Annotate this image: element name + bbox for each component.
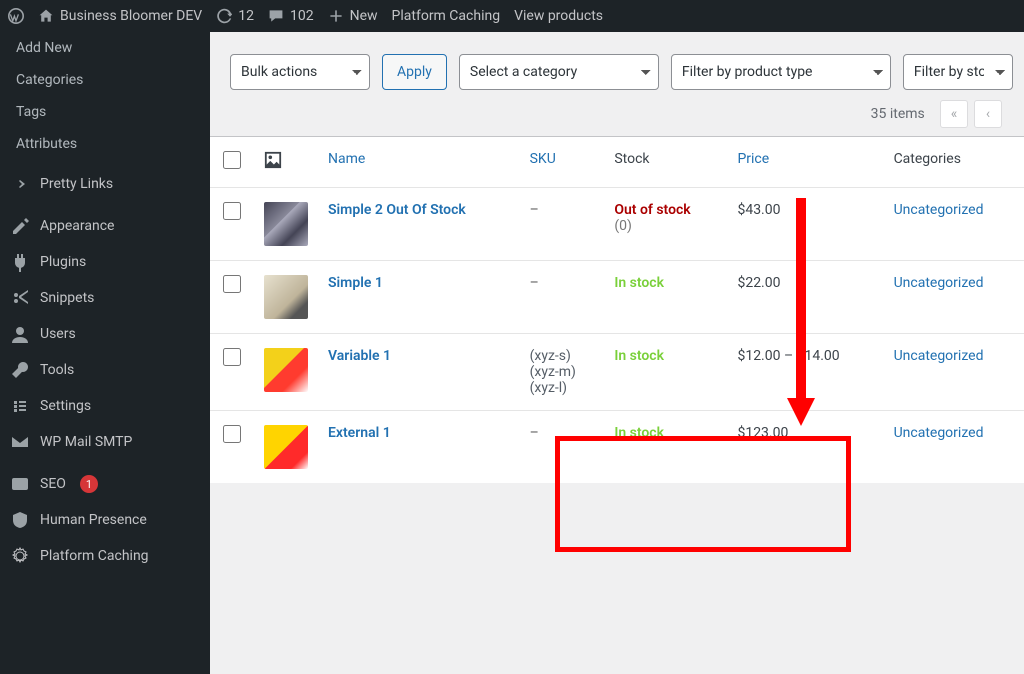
shield-icon bbox=[10, 510, 30, 530]
sidebar-item-seo[interactable]: SEO1 bbox=[0, 466, 210, 502]
filter-bar: Bulk actions Apply Select a category Fil… bbox=[210, 32, 1024, 100]
image-column-icon bbox=[264, 157, 282, 173]
product-name-link[interactable]: External 1 bbox=[328, 425, 391, 441]
refresh-icon bbox=[216, 8, 232, 24]
row-checkbox[interactable] bbox=[223, 202, 241, 220]
table-row: Variable 1 (xyz-s)(xyz-m)(xyz-l) In stoc… bbox=[210, 334, 1024, 411]
sidebar-item-platform-caching[interactable]: Platform Caching bbox=[0, 538, 210, 574]
comments[interactable]: 102 bbox=[268, 8, 314, 24]
category-link[interactable]: Uncategorized bbox=[894, 348, 984, 364]
mail-icon bbox=[10, 432, 30, 452]
stock-status: Out of stock(0) bbox=[614, 202, 717, 234]
appearance-icon bbox=[10, 216, 30, 236]
sidebar-sub-categories[interactable]: Categories bbox=[0, 64, 210, 96]
comment-icon bbox=[268, 8, 284, 24]
plus-icon bbox=[328, 8, 344, 24]
stock-status: In stock bbox=[614, 275, 664, 291]
sidebar-item-users[interactable]: Users bbox=[0, 316, 210, 352]
site-name[interactable]: Business Bloomer DEV bbox=[38, 8, 202, 24]
product-thumbnail[interactable] bbox=[264, 275, 308, 319]
wp-logo[interactable] bbox=[8, 8, 24, 24]
plugins-icon bbox=[10, 252, 30, 272]
product-thumbnail[interactable] bbox=[264, 425, 308, 469]
sidebar-sub-tags[interactable]: Tags bbox=[0, 96, 210, 128]
stock-status: In stock bbox=[614, 348, 664, 364]
category-link[interactable]: Uncategorized bbox=[894, 275, 984, 291]
category-link[interactable]: Uncategorized bbox=[894, 425, 984, 441]
row-checkbox[interactable] bbox=[223, 425, 241, 443]
stock-filter-select[interactable]: Filter by sto bbox=[903, 54, 1013, 90]
stock-status: In stock bbox=[614, 425, 664, 441]
product-thumbnail[interactable] bbox=[264, 202, 308, 246]
category-link[interactable]: Uncategorized bbox=[894, 202, 984, 218]
sku-value: – bbox=[530, 202, 539, 218]
select-all-checkbox[interactable] bbox=[223, 151, 241, 169]
pagination-info: 35 items « ‹ bbox=[210, 100, 1024, 136]
pretty-links-icon bbox=[10, 174, 30, 194]
platform-caching-bar[interactable]: Platform Caching bbox=[392, 8, 501, 24]
product-name-link[interactable]: Simple 2 Out Of Stock bbox=[328, 202, 466, 218]
sku-value: (xyz-l) bbox=[530, 380, 595, 396]
sku-value: – bbox=[530, 275, 539, 291]
sidebar-item-plugins[interactable]: Plugins bbox=[0, 244, 210, 280]
table-row: Simple 1 – In stock $22.00 Uncategorized bbox=[210, 261, 1024, 334]
settings-icon bbox=[10, 396, 30, 416]
main-content: Bulk actions Apply Select a category Fil… bbox=[210, 32, 1024, 674]
seo-badge: 1 bbox=[80, 475, 98, 493]
home-icon bbox=[38, 8, 54, 24]
new-content[interactable]: New bbox=[328, 8, 378, 24]
sku-value: (xyz-m) bbox=[530, 364, 595, 380]
users-icon bbox=[10, 324, 30, 344]
sidebar-item-tools[interactable]: Tools bbox=[0, 352, 210, 388]
row-checkbox[interactable] bbox=[223, 275, 241, 293]
table-row: Simple 2 Out Of Stock – Out of stock(0) … bbox=[210, 188, 1024, 261]
view-products[interactable]: View products bbox=[514, 8, 603, 24]
row-checkbox[interactable] bbox=[223, 348, 241, 366]
product-price: $22.00 bbox=[727, 261, 883, 334]
sku-value: (xyz-s) bbox=[530, 348, 595, 364]
sku-value: – bbox=[530, 425, 539, 441]
product-thumbnail[interactable] bbox=[264, 348, 308, 392]
admin-sidebar: Add New Categories Tags Attributes Prett… bbox=[0, 32, 210, 674]
product-type-filter-select[interactable]: Filter by product type bbox=[671, 54, 891, 90]
sidebar-item-wpmailsmtp[interactable]: WP Mail SMTP bbox=[0, 424, 210, 460]
column-categories: Categories bbox=[884, 137, 1024, 188]
product-price: $12.00 – $14.00 bbox=[727, 334, 883, 411]
apply-button[interactable]: Apply bbox=[382, 54, 447, 90]
seo-icon bbox=[10, 474, 30, 494]
sidebar-item-human-presence[interactable]: Human Presence bbox=[0, 502, 210, 538]
column-sku[interactable]: SKU bbox=[520, 137, 605, 188]
sidebar-sub-add-new[interactable]: Add New bbox=[0, 32, 210, 64]
sidebar-item-appearance[interactable]: Appearance bbox=[0, 208, 210, 244]
product-price: $123.00 bbox=[727, 411, 883, 484]
snippets-icon bbox=[10, 288, 30, 308]
bulk-actions-select[interactable]: Bulk actions bbox=[230, 54, 370, 90]
gear-icon bbox=[10, 546, 30, 566]
sidebar-sub-attributes[interactable]: Attributes bbox=[0, 128, 210, 160]
first-page-button[interactable]: « bbox=[940, 100, 968, 128]
product-price: $43.00 bbox=[727, 188, 883, 261]
column-name[interactable]: Name bbox=[318, 137, 520, 188]
table-row: External 1 – In stock $123.00 Uncategori… bbox=[210, 411, 1024, 484]
category-filter-select[interactable]: Select a category bbox=[459, 54, 659, 90]
column-stock: Stock bbox=[604, 137, 727, 188]
tools-icon bbox=[10, 360, 30, 380]
product-name-link[interactable]: Variable 1 bbox=[328, 348, 391, 364]
admin-bar: Business Bloomer DEV 12 102 New Platform… bbox=[0, 0, 1024, 32]
column-price[interactable]: Price bbox=[727, 137, 883, 188]
products-table: Name SKU Stock Price Categories Simple 2… bbox=[210, 136, 1024, 483]
sidebar-item-pretty-links[interactable]: Pretty Links bbox=[0, 166, 210, 202]
sidebar-item-snippets[interactable]: Snippets bbox=[0, 280, 210, 316]
sidebar-item-settings[interactable]: Settings bbox=[0, 388, 210, 424]
prev-page-button[interactable]: ‹ bbox=[974, 100, 1002, 128]
updates[interactable]: 12 bbox=[216, 8, 254, 24]
product-name-link[interactable]: Simple 1 bbox=[328, 275, 383, 291]
